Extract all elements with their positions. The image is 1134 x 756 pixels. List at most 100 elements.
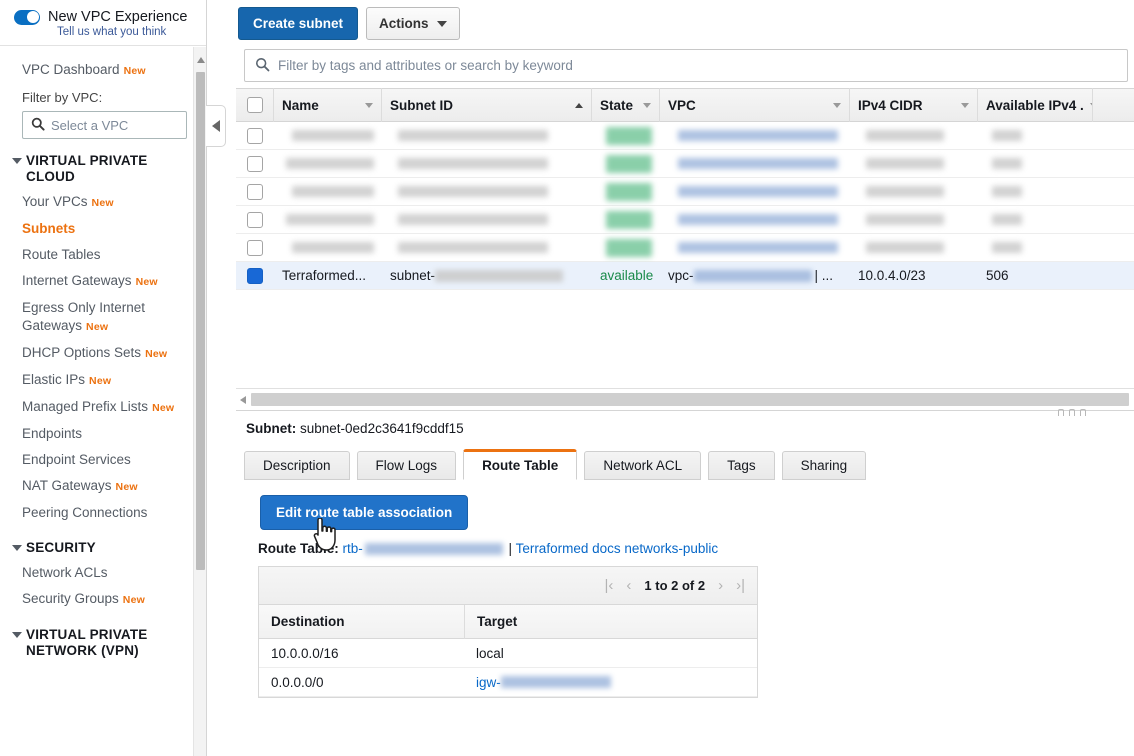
row-checkbox-cell[interactable] (236, 150, 274, 178)
column-header-name[interactable]: Name (274, 88, 382, 122)
sort-menu-icon[interactable] (961, 102, 969, 108)
route-destination: 10.0.0.0/16 (271, 645, 339, 661)
panel-splitter[interactable] (236, 410, 1134, 411)
row-checkbox[interactable] (247, 239, 263, 256)
sidebar-item-endpoints[interactable]: Endpoints (0, 421, 207, 447)
row-checkbox[interactable] (247, 183, 263, 200)
row-checkbox-cell[interactable] (236, 206, 274, 234)
select-all-checkbox[interactable] (246, 97, 263, 113)
sidebar-item-subnets[interactable]: Subnets (0, 216, 207, 242)
next-page-icon[interactable]: › (718, 578, 723, 593)
row-checkbox[interactable] (247, 155, 263, 172)
sidebar-item-internet-gateways[interactable]: Internet Gateways New (0, 268, 207, 295)
tab-flow-logs[interactable]: Flow Logs (356, 451, 457, 480)
sidebar-item-label: VPC Dashboard (22, 62, 120, 77)
scroll-up-arrow-icon[interactable] (197, 57, 205, 63)
sidebar-scrollbar-thumb[interactable] (196, 72, 205, 570)
sidebar-item-network-acls[interactable]: Network ACLs (0, 560, 207, 586)
table-row[interactable] (236, 178, 1134, 206)
sidebar-item-managed-prefix-lists[interactable]: Managed Prefix Lists New (0, 394, 207, 421)
vpc-suffix: | ... (814, 268, 834, 283)
sidebar-group-1[interactable]: SECURITY (0, 526, 207, 560)
sidebar-item-dhcp-options-sets[interactable]: DHCP Options Sets New (0, 340, 207, 367)
sidebar-scrollbar[interactable] (193, 47, 206, 756)
tab-network-acl[interactable]: Network ACL (584, 451, 702, 480)
redacted-cell (382, 122, 592, 150)
new-badge: New (115, 481, 138, 493)
sidebar-item-elastic-ips[interactable]: Elastic IPs New (0, 367, 207, 394)
collapse-sidebar-button[interactable] (206, 105, 226, 147)
sidebar-item-egress-only-internet-gateways[interactable]: Egress Only Internet Gateways New (0, 295, 207, 340)
row-checkbox[interactable] (247, 211, 263, 228)
new-badge: New (122, 594, 145, 606)
route-destination: 0.0.0.0/0 (271, 674, 324, 690)
column-header-state[interactable]: State (592, 88, 660, 122)
tab-tags[interactable]: Tags (708, 451, 775, 480)
sidebar-group-0[interactable]: VIRTUAL PRIVATE CLOUD (0, 139, 207, 189)
table-row[interactable] (236, 122, 1134, 150)
redacted-cell (978, 178, 1093, 206)
sidebar-item-label: Endpoints (22, 426, 83, 441)
vpc-console-page: New VPC Experience Tell us what you thin… (0, 0, 1134, 756)
sort-menu-icon[interactable] (833, 102, 841, 108)
sidebar: New VPC Experience Tell us what you thin… (0, 0, 207, 756)
route-table-separator: | (508, 541, 513, 556)
routes-col-target[interactable]: Target (464, 604, 757, 639)
route-table-id-link[interactable]: rtb- (343, 541, 505, 556)
tab-route-table[interactable]: Route Table (463, 449, 578, 480)
routes-col-destination[interactable]: Destination (259, 605, 464, 639)
table-horizontal-scrollbar[interactable] (236, 388, 1134, 410)
sidebar-item-peering-connections[interactable]: Peering Connections (0, 500, 207, 526)
sidebar-item-label: Internet Gateways (22, 273, 132, 288)
grip-dot-icon (1069, 409, 1075, 416)
sidebar-item-your-vpcs[interactable]: Your VPCs New (0, 189, 207, 216)
table-row[interactable] (236, 206, 1134, 234)
select-all-checkbox-cell[interactable] (236, 88, 274, 122)
sort-menu-icon[interactable] (365, 102, 373, 108)
detail-subnet-label: Subnet: (246, 421, 297, 436)
row-checkbox[interactable] (247, 267, 263, 284)
sidebar-item-security-groups[interactable]: Security Groups New (0, 586, 207, 613)
prev-page-icon[interactable]: ‹ (626, 578, 631, 593)
cell-ipv4-cidr: 10.0.4.0/23 (858, 268, 926, 283)
route-target-link[interactable]: igw- (476, 675, 501, 690)
column-header-vpc[interactable]: VPC (660, 88, 850, 122)
first-page-icon[interactable]: |‹ (605, 578, 614, 593)
panel-resize-grip[interactable] (1058, 409, 1086, 416)
sort-menu-icon[interactable] (1089, 102, 1092, 108)
column-header-available-ipv4[interactable]: Available IPv4 . (978, 88, 1093, 122)
sort-menu-icon[interactable] (643, 102, 651, 108)
edit-route-table-association-button[interactable]: Edit route table association (260, 495, 469, 530)
tab-sharing[interactable]: Sharing (781, 451, 867, 480)
sidebar-item-endpoint-services[interactable]: Endpoint Services (0, 447, 207, 473)
last-page-icon[interactable]: ›| (736, 578, 745, 593)
route-table-name-link[interactable]: Terraformed docs networks-public (516, 541, 719, 556)
tab-description[interactable]: Description (244, 451, 350, 480)
feedback-link[interactable]: Tell us what you think (57, 26, 206, 38)
column-header-subnet-id[interactable]: Subnet ID (382, 88, 592, 122)
vpc-filter-select[interactable]: Select a VPC (22, 111, 187, 139)
scroll-left-arrow-icon[interactable] (236, 389, 250, 411)
sidebar-group-2[interactable]: VIRTUAL PRIVATE NETWORK (VPN) (0, 613, 207, 663)
redacted-cell (592, 150, 660, 178)
sidebar-item-nat-gateways[interactable]: NAT Gateways New (0, 473, 207, 500)
route-target[interactable]: igw- (464, 668, 757, 697)
create-subnet-button[interactable]: Create subnet (238, 7, 359, 40)
sidebar-item-label: NAT Gateways (22, 478, 112, 493)
actions-button[interactable]: Actions (366, 7, 460, 40)
new-vpc-experience-toggle[interactable] (14, 9, 40, 25)
row-checkbox-cell[interactable] (236, 262, 274, 290)
column-header-ipv4-cidr[interactable]: IPv4 CIDR (850, 88, 978, 122)
filter-search-bar[interactable]: Filter by tags and attributes or search … (244, 49, 1128, 82)
row-checkbox[interactable] (247, 127, 263, 144)
row-checkbox-cell[interactable] (236, 178, 274, 206)
row-checkbox-cell[interactable] (236, 234, 274, 262)
sidebar-item-vpc-dashboard[interactable]: VPC Dashboard New (0, 59, 207, 80)
table-row[interactable] (236, 150, 1134, 178)
row-checkbox-cell[interactable] (236, 122, 274, 150)
table-row[interactable] (236, 234, 1134, 262)
cell-available-ipv4: 506 (986, 268, 1009, 283)
horizontal-scrollbar-thumb[interactable] (251, 393, 1129, 406)
table-row[interactable]: Terraformed... subnet-available vpc- | ... 1… (236, 262, 1134, 290)
sidebar-item-route-tables[interactable]: Route Tables (0, 242, 207, 268)
